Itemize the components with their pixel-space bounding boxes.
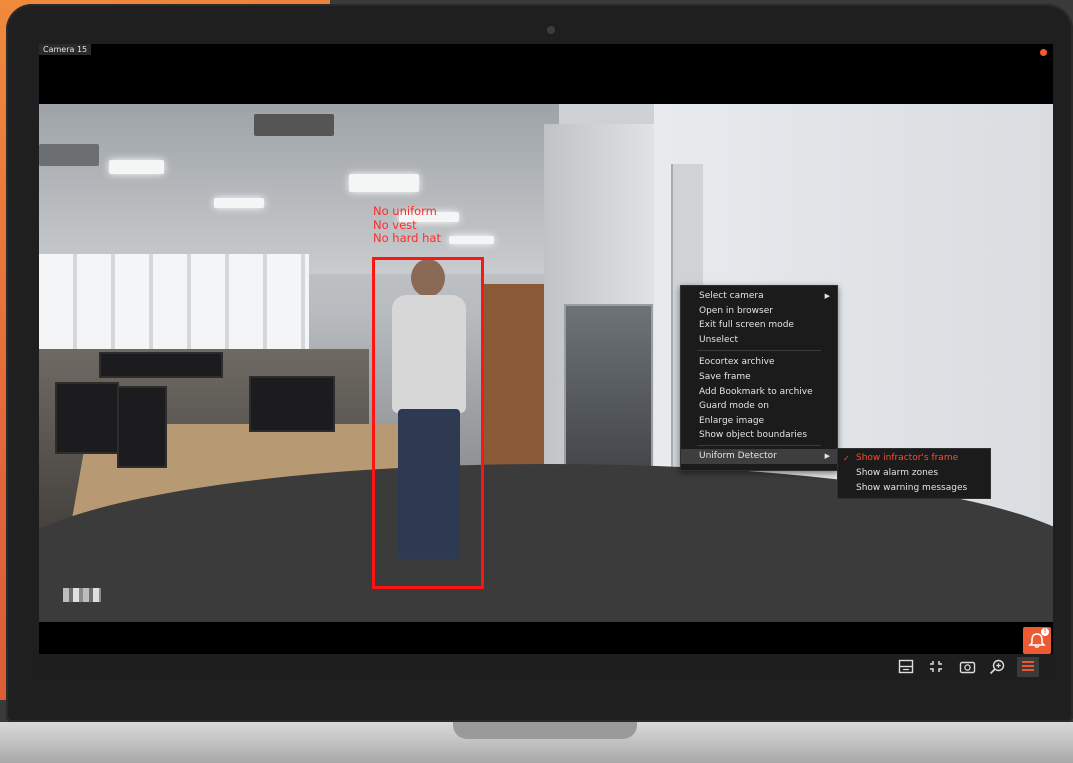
menu-item-select-camera[interactable]: Select camera ▶ xyxy=(681,289,837,304)
menu-item-enlarge-image[interactable]: Enlarge image xyxy=(681,414,837,429)
snapshot-icon xyxy=(959,661,975,674)
scene-monitor xyxy=(99,352,223,378)
fullscreen-exit-icon xyxy=(930,661,942,672)
menu-item-unselect[interactable]: Unselect xyxy=(681,333,837,348)
layout-button[interactable] xyxy=(895,657,917,677)
scene-monitor xyxy=(55,382,119,454)
zoom-in-button[interactable] xyxy=(986,657,1008,677)
scene-wood-panel xyxy=(484,284,544,474)
notification-badge: ! xyxy=(1041,628,1049,636)
violation-label: No uniform xyxy=(373,204,437,218)
menu-separator xyxy=(697,444,821,446)
scene-monitor xyxy=(117,386,167,468)
menu-item-save-frame[interactable]: Save frame xyxy=(681,370,837,385)
ceiling-vent xyxy=(39,144,99,166)
menu-item-show-object-boundaries[interactable]: Show object boundaries xyxy=(681,428,837,443)
violation-labels: No uniform No vest No hard hat xyxy=(373,204,441,246)
submenu-arrow-icon: ▶ xyxy=(824,451,830,460)
ceiling-vent xyxy=(254,114,334,136)
pixelated-timestamp xyxy=(63,588,101,602)
submenu-arrow-icon: ▶ xyxy=(824,292,830,300)
menu-item-add-bookmark[interactable]: Add Bookmark to archive xyxy=(681,385,837,400)
ceiling-light xyxy=(109,160,164,174)
zoom-in-icon xyxy=(989,659,1004,675)
exit-fullscreen-button[interactable] xyxy=(925,657,947,677)
uniform-detector-submenu: ✓ Show infractor's frame Show alarm zones… xyxy=(837,448,991,499)
violation-label: No vest xyxy=(373,217,417,232)
submenu-item-show-warning-messages[interactable]: Show warning messages xyxy=(838,481,990,496)
checkmark-icon: ✓ xyxy=(843,454,850,463)
violation-label: No hard hat xyxy=(373,231,441,245)
menu-item-open-in-browser[interactable]: Open in browser xyxy=(681,304,837,319)
webcam-dot xyxy=(547,26,555,34)
snapshot-button[interactable] xyxy=(956,657,978,677)
menu-button[interactable] xyxy=(1017,657,1039,677)
bottom-toolbar xyxy=(39,654,1053,680)
ceiling-light xyxy=(349,174,419,192)
scene-windows xyxy=(39,254,309,364)
infractor-bounding-box xyxy=(372,257,484,589)
laptop-notch xyxy=(453,722,637,739)
video-feed[interactable]: No uniform No vest No hard hat xyxy=(39,104,1053,622)
context-menu: Select camera ▶ Open in browser Exit full… xyxy=(680,285,838,471)
alarm-bell-button[interactable]: ! xyxy=(1023,627,1051,654)
menu-item-exit-full-screen[interactable]: Exit full screen mode xyxy=(681,318,837,333)
menu-item-eocortex-archive[interactable]: Eocortex archive xyxy=(681,355,837,370)
menu-item-guard-mode[interactable]: Guard mode on xyxy=(681,399,837,414)
menu-item-uniform-detector[interactable]: Uniform Detector ▶ xyxy=(681,448,837,464)
ceiling-light xyxy=(449,236,494,244)
camera-view[interactable]: Camera 15 No uniform No vest No hard hat… xyxy=(39,44,1053,680)
layout-icon xyxy=(898,659,914,674)
menu-separator xyxy=(697,350,821,352)
ceiling-light xyxy=(214,198,264,208)
recording-indicator xyxy=(1040,49,1047,56)
camera-label: Camera 15 xyxy=(39,44,92,55)
scene-monitor xyxy=(249,376,335,432)
menu-icon xyxy=(1022,661,1034,671)
submenu-item-show-infractors-frame[interactable]: ✓ Show infractor's frame xyxy=(838,451,990,466)
submenu-item-show-alarm-zones[interactable]: Show alarm zones xyxy=(838,466,990,481)
